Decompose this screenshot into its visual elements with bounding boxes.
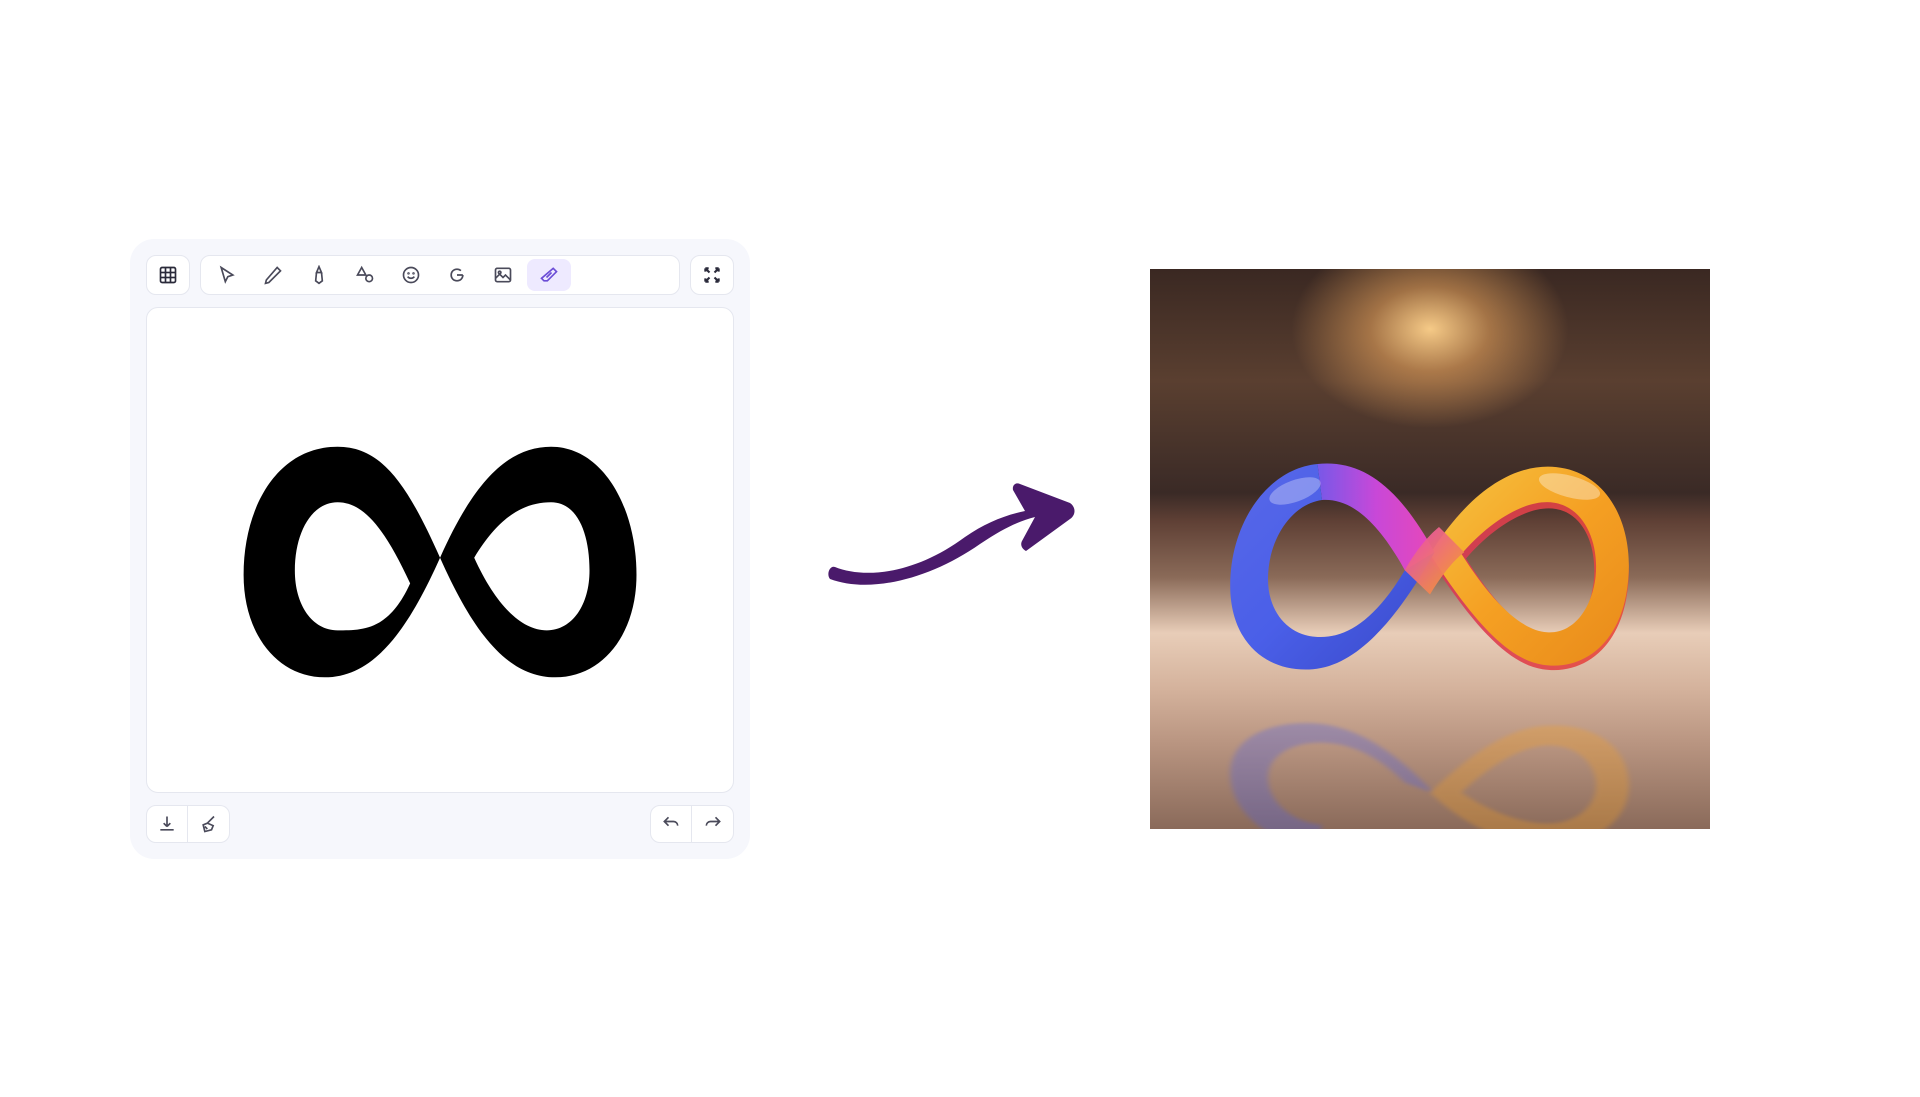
download-button[interactable] (146, 805, 188, 843)
result-background (1150, 269, 1710, 829)
redo-button[interactable] (692, 805, 734, 843)
bottom-toolbar (146, 805, 734, 843)
shapes-icon (355, 265, 375, 285)
transform-arrow (810, 479, 1090, 619)
main-container (0, 239, 1920, 859)
editor-panel (130, 239, 750, 859)
shapes-tool[interactable] (343, 259, 387, 291)
eraser-icon (539, 265, 559, 285)
image-tool[interactable] (481, 259, 525, 291)
grid-icon (158, 265, 178, 285)
emoji-tool[interactable] (389, 259, 433, 291)
result-image (1150, 269, 1710, 829)
grid-button[interactable] (146, 255, 190, 295)
expand-button[interactable] (690, 255, 734, 295)
infinity-logo-3d (1178, 437, 1682, 689)
infinity-logo-drawing (191, 404, 689, 694)
broom-icon (199, 814, 219, 834)
arrow-icon (810, 479, 1090, 619)
image-icon (493, 265, 513, 285)
undo-button[interactable] (650, 805, 692, 843)
cursor-tool[interactable] (205, 259, 249, 291)
infinity-logo-reflection (1178, 711, 1682, 829)
redo-icon (703, 814, 723, 834)
clear-button[interactable] (188, 805, 230, 843)
google-tool[interactable] (435, 259, 479, 291)
top-toolbar (146, 255, 734, 295)
google-icon (447, 265, 467, 285)
pen-tool[interactable] (297, 259, 341, 291)
expand-icon (702, 265, 722, 285)
spotlight (1290, 269, 1570, 429)
eraser-tool[interactable] (527, 259, 571, 291)
emoji-icon (401, 265, 421, 285)
cursor-icon (217, 265, 237, 285)
right-buttons (650, 805, 734, 843)
pencil-icon (263, 265, 283, 285)
pencil-tool[interactable] (251, 259, 295, 291)
download-icon (157, 814, 177, 834)
tools-group (200, 255, 680, 295)
undo-icon (661, 814, 681, 834)
drawing-canvas[interactable] (146, 307, 734, 793)
pen-icon (309, 265, 329, 285)
left-buttons (146, 805, 230, 843)
